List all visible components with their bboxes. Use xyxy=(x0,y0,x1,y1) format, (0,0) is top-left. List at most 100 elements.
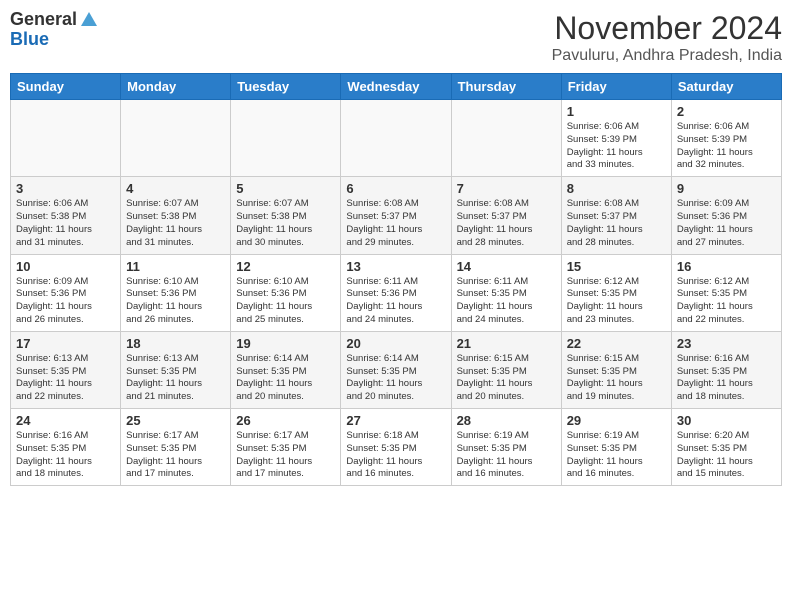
column-header-saturday: Saturday xyxy=(671,74,781,100)
day-info: Sunrise: 6:12 AM Sunset: 5:35 PM Dayligh… xyxy=(677,276,776,327)
day-info: Sunrise: 6:12 AM Sunset: 5:35 PM Dayligh… xyxy=(567,276,666,327)
day-number: 3 xyxy=(16,181,115,196)
calendar-cell: 18Sunrise: 6:13 AM Sunset: 5:35 PM Dayli… xyxy=(121,331,231,408)
logo-text-general: General xyxy=(10,10,77,30)
day-info: Sunrise: 6:14 AM Sunset: 5:35 PM Dayligh… xyxy=(346,353,445,404)
day-info: Sunrise: 6:08 AM Sunset: 5:37 PM Dayligh… xyxy=(346,198,445,249)
calendar-week-row: 3 Sunrise: 6:06 AM Sunset: 5:38 PM Daylig… xyxy=(11,177,782,254)
calendar-cell: 1Sunrise: 6:06 AM Sunset: 5:39 PM Daylig… xyxy=(561,100,671,177)
calendar-cell: 19 Sunrise: 6:14 AM Sunset: 5:35 PM Dayli… xyxy=(231,331,341,408)
calendar-cell: 7Sunrise: 6:08 AM Sunset: 5:37 PM Daylig… xyxy=(451,177,561,254)
day-info: Sunrise: 6:06 AM Sunset: 5:39 PM Dayligh… xyxy=(677,121,776,172)
day-number: 18 xyxy=(126,336,225,351)
day-number: 26 xyxy=(236,413,335,428)
calendar-cell xyxy=(341,100,451,177)
calendar-cell: 13 Sunrise: 6:11 AM Sunset: 5:36 PM Dayli… xyxy=(341,254,451,331)
calendar-cell: 2 Sunrise: 6:06 AM Sunset: 5:39 PM Daylig… xyxy=(671,100,781,177)
day-info: Sunrise: 6:19 AM Sunset: 5:35 PM Dayligh… xyxy=(567,430,666,481)
calendar-cell xyxy=(451,100,561,177)
day-info: Sunrise: 6:17 AM Sunset: 5:35 PM Dayligh… xyxy=(126,430,225,481)
calendar-cell: 27 Sunrise: 6:18 AM Sunset: 5:35 PM Dayli… xyxy=(341,409,451,486)
calendar-week-row: 24Sunrise: 6:16 AM Sunset: 5:35 PM Dayli… xyxy=(11,409,782,486)
day-number: 9 xyxy=(677,181,776,196)
day-info: Sunrise: 6:06 AM Sunset: 5:38 PM Dayligh… xyxy=(16,198,115,249)
day-info: Sunrise: 6:07 AM Sunset: 5:38 PM Dayligh… xyxy=(126,198,225,249)
column-header-sunday: Sunday xyxy=(11,74,121,100)
day-info: Sunrise: 6:18 AM Sunset: 5:35 PM Dayligh… xyxy=(346,430,445,481)
day-info: Sunrise: 6:17 AM Sunset: 5:35 PM Dayligh… xyxy=(236,430,335,481)
day-number: 27 xyxy=(346,413,445,428)
calendar-cell: 24Sunrise: 6:16 AM Sunset: 5:35 PM Dayli… xyxy=(11,409,121,486)
logo: General Blue xyxy=(10,10,99,50)
logo-icon xyxy=(79,10,99,30)
day-info: Sunrise: 6:19 AM Sunset: 5:35 PM Dayligh… xyxy=(457,430,556,481)
day-number: 29 xyxy=(567,413,666,428)
day-number: 12 xyxy=(236,259,335,274)
calendar-cell: 5 Sunrise: 6:07 AM Sunset: 5:38 PM Daylig… xyxy=(231,177,341,254)
calendar-cell: 14 Sunrise: 6:11 AM Sunset: 5:35 PM Dayli… xyxy=(451,254,561,331)
calendar-cell: 28Sunrise: 6:19 AM Sunset: 5:35 PM Dayli… xyxy=(451,409,561,486)
day-number: 23 xyxy=(677,336,776,351)
day-number: 19 xyxy=(236,336,335,351)
calendar-cell: 8 Sunrise: 6:08 AM Sunset: 5:37 PM Daylig… xyxy=(561,177,671,254)
day-info: Sunrise: 6:08 AM Sunset: 5:37 PM Dayligh… xyxy=(567,198,666,249)
day-number: 14 xyxy=(457,259,556,274)
day-info: Sunrise: 6:07 AM Sunset: 5:38 PM Dayligh… xyxy=(236,198,335,249)
day-number: 2 xyxy=(677,104,776,119)
day-number: 16 xyxy=(677,259,776,274)
day-info: Sunrise: 6:11 AM Sunset: 5:35 PM Dayligh… xyxy=(457,276,556,327)
calendar-cell: 17 Sunrise: 6:13 AM Sunset: 5:35 PM Dayli… xyxy=(11,331,121,408)
day-info: Sunrise: 6:16 AM Sunset: 5:35 PM Dayligh… xyxy=(677,353,776,404)
column-header-thursday: Thursday xyxy=(451,74,561,100)
day-info: Sunrise: 6:09 AM Sunset: 5:36 PM Dayligh… xyxy=(677,198,776,249)
day-number: 5 xyxy=(236,181,335,196)
day-info: Sunrise: 6:09 AM Sunset: 5:36 PM Dayligh… xyxy=(16,276,115,327)
day-info: Sunrise: 6:10 AM Sunset: 5:36 PM Dayligh… xyxy=(126,276,225,327)
day-info: Sunrise: 6:13 AM Sunset: 5:35 PM Dayligh… xyxy=(16,353,115,404)
page-header: General Blue November 2024 Pavuluru, And… xyxy=(10,10,782,65)
day-info: Sunrise: 6:14 AM Sunset: 5:35 PM Dayligh… xyxy=(236,353,335,404)
calendar-cell: 15Sunrise: 6:12 AM Sunset: 5:35 PM Dayli… xyxy=(561,254,671,331)
column-header-friday: Friday xyxy=(561,74,671,100)
day-number: 30 xyxy=(677,413,776,428)
calendar-cell: 3 Sunrise: 6:06 AM Sunset: 5:38 PM Daylig… xyxy=(11,177,121,254)
calendar-cell: 23 Sunrise: 6:16 AM Sunset: 5:35 PM Dayli… xyxy=(671,331,781,408)
calendar-table: SundayMondayTuesdayWednesdayThursdayFrid… xyxy=(10,73,782,486)
calendar-cell: 29 Sunrise: 6:19 AM Sunset: 5:35 PM Dayli… xyxy=(561,409,671,486)
day-number: 17 xyxy=(16,336,115,351)
day-number: 8 xyxy=(567,181,666,196)
day-info: Sunrise: 6:10 AM Sunset: 5:36 PM Dayligh… xyxy=(236,276,335,327)
calendar-cell: 20 Sunrise: 6:14 AM Sunset: 5:35 PM Dayli… xyxy=(341,331,451,408)
column-header-wednesday: Wednesday xyxy=(341,74,451,100)
calendar-cell: 25 Sunrise: 6:17 AM Sunset: 5:35 PM Dayli… xyxy=(121,409,231,486)
calendar-header-row: SundayMondayTuesdayWednesdayThursdayFrid… xyxy=(11,74,782,100)
calendar-cell: 9 Sunrise: 6:09 AM Sunset: 5:36 PM Daylig… xyxy=(671,177,781,254)
calendar-cell: 21Sunrise: 6:15 AM Sunset: 5:35 PM Dayli… xyxy=(451,331,561,408)
calendar-cell: 10 Sunrise: 6:09 AM Sunset: 5:36 PM Dayli… xyxy=(11,254,121,331)
calendar-cell: 22 Sunrise: 6:15 AM Sunset: 5:35 PM Dayli… xyxy=(561,331,671,408)
calendar-cell xyxy=(11,100,121,177)
calendar-title: November 2024 xyxy=(552,10,782,47)
calendar-cell xyxy=(231,100,341,177)
logo-text-blue: Blue xyxy=(10,30,49,50)
day-number: 24 xyxy=(16,413,115,428)
day-info: Sunrise: 6:08 AM Sunset: 5:37 PM Dayligh… xyxy=(457,198,556,249)
day-number: 10 xyxy=(16,259,115,274)
calendar-cell: 26 Sunrise: 6:17 AM Sunset: 5:35 PM Dayli… xyxy=(231,409,341,486)
column-header-monday: Monday xyxy=(121,74,231,100)
calendar-week-row: 10 Sunrise: 6:09 AM Sunset: 5:36 PM Dayli… xyxy=(11,254,782,331)
calendar-cell: 6 Sunrise: 6:08 AM Sunset: 5:37 PM Daylig… xyxy=(341,177,451,254)
day-info: Sunrise: 6:20 AM Sunset: 5:35 PM Dayligh… xyxy=(677,430,776,481)
calendar-cell xyxy=(121,100,231,177)
day-number: 25 xyxy=(126,413,225,428)
day-number: 13 xyxy=(346,259,445,274)
calendar-week-row: 17 Sunrise: 6:13 AM Sunset: 5:35 PM Dayli… xyxy=(11,331,782,408)
day-info: Sunrise: 6:11 AM Sunset: 5:36 PM Dayligh… xyxy=(346,276,445,327)
day-number: 21 xyxy=(457,336,556,351)
day-number: 22 xyxy=(567,336,666,351)
day-info: Sunrise: 6:15 AM Sunset: 5:35 PM Dayligh… xyxy=(567,353,666,404)
day-number: 6 xyxy=(346,181,445,196)
day-number: 20 xyxy=(346,336,445,351)
calendar-cell: 12 Sunrise: 6:10 AM Sunset: 5:36 PM Dayli… xyxy=(231,254,341,331)
column-header-tuesday: Tuesday xyxy=(231,74,341,100)
